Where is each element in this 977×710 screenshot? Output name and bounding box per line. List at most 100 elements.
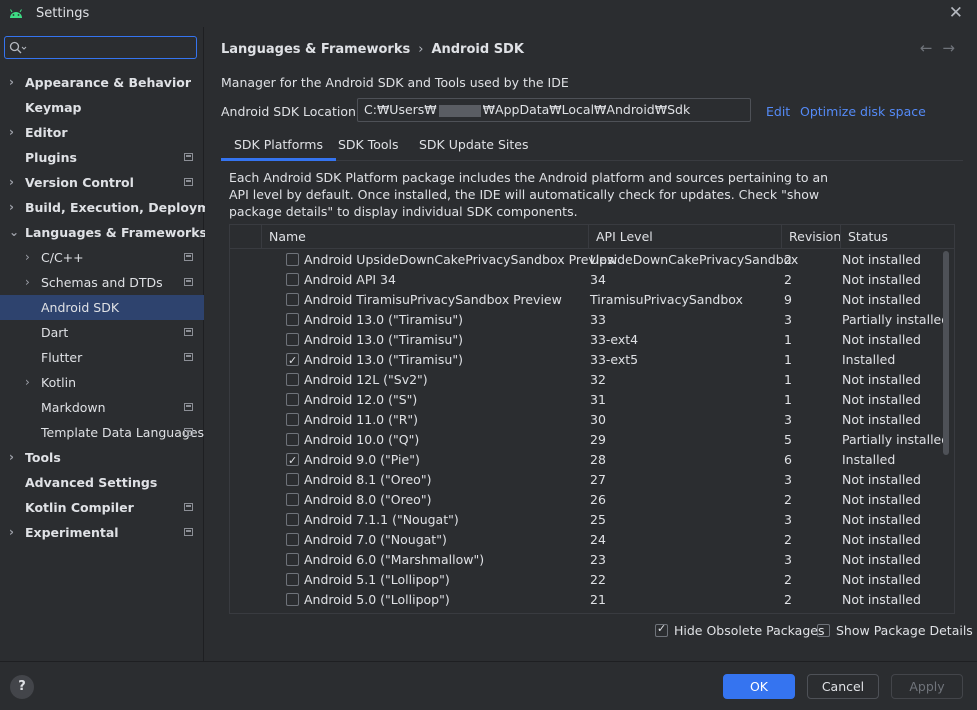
package-checkbox[interactable] (286, 473, 299, 486)
sidebar-item[interactable]: › Appearance & Behavior (0, 70, 204, 95)
package-checkbox[interactable] (286, 351, 299, 371)
chevron-right-icon[interactable]: › (9, 70, 14, 95)
edit-link[interactable]: Edit (766, 104, 790, 119)
sidebar-item[interactable]: › Tools (0, 445, 204, 470)
breadcrumb-parent[interactable]: Languages & Frameworks (221, 42, 410, 57)
cell-revision: 3 (784, 552, 792, 567)
package-checkbox[interactable] (286, 451, 299, 471)
chevron-right-icon[interactable]: › (25, 370, 30, 395)
hide-obsolete-option[interactable]: Hide Obsolete Packages (655, 622, 824, 638)
package-checkbox[interactable] (286, 393, 299, 406)
table-row[interactable]: Android 11.0 ("R") 30 3 Not installed (230, 410, 942, 430)
chevron-right-icon[interactable]: › (9, 520, 14, 545)
chevron-down-icon[interactable]: ⌄ (9, 220, 19, 245)
package-checkbox[interactable] (286, 273, 299, 286)
cell-revision: 2 (784, 592, 792, 607)
column-revision[interactable]: Revision (781, 225, 841, 249)
hide-obsolete-checkbox[interactable] (655, 622, 668, 637)
table-row[interactable]: Android UpsideDownCakePrivacySandbox Pre… (230, 250, 942, 270)
sidebar-item[interactable]: Advanced Settings (0, 470, 204, 495)
table-row[interactable]: Android API 34 34 2 Not installed (230, 270, 942, 290)
show-details-option[interactable]: Show Package Details (817, 623, 973, 638)
package-checkbox[interactable] (286, 413, 299, 426)
table-row[interactable]: Android 7.0 ("Nougat") 24 2 Not installed (230, 530, 942, 550)
chevron-right-icon[interactable]: › (25, 245, 30, 270)
content-panel: Languages & Frameworks › Android SDK ←→ Ma… (205, 27, 977, 661)
sidebar-item[interactable]: Plugins (0, 145, 204, 170)
table-row[interactable]: Android 8.1 ("Oreo") 27 3 Not installed (230, 470, 942, 490)
package-checkbox[interactable] (286, 533, 299, 546)
column-api-level[interactable]: API Level (588, 225, 781, 249)
tab-sdk-platforms[interactable]: SDK Platforms (221, 131, 336, 161)
table-row[interactable]: Android 6.0 ("Marshmallow") 23 3 Not instal… (230, 550, 942, 570)
apply-button[interactable]: Apply (891, 674, 963, 699)
sidebar-item[interactable]: › Kotlin (0, 370, 204, 395)
sidebar-item-label: Schemas and DTDs (41, 275, 163, 290)
forward-arrow-icon[interactable]: → (942, 39, 965, 57)
ok-button[interactable]: OK (723, 674, 795, 699)
package-checkbox[interactable] (286, 293, 299, 306)
table-row[interactable]: Android 9.0 ("Pie") 28 6 Installed (230, 450, 942, 471)
chevron-right-icon[interactable]: › (9, 195, 14, 220)
sidebar-item[interactable]: ⌄ Languages & Frameworks (0, 220, 207, 245)
table-row[interactable]: Android 5.0 ("Lollipop") 21 2 Not installed (230, 590, 942, 610)
sidebar-item[interactable]: › Build, Execution, Deployment (0, 195, 233, 220)
chevron-right-icon[interactable]: › (9, 170, 14, 195)
sidebar-item[interactable]: › Version Control (0, 170, 204, 195)
chevron-right-icon[interactable]: › (9, 445, 14, 470)
package-checkbox[interactable] (286, 593, 299, 606)
sidebar-item[interactable]: Keymap (0, 95, 204, 120)
package-checkbox[interactable] (286, 333, 299, 346)
package-checkbox[interactable] (286, 513, 299, 526)
package-checkbox[interactable] (286, 573, 299, 586)
help-button[interactable]: ? (10, 675, 34, 699)
table-row[interactable]: Android TiramisuPrivacySandbox Preview Ti… (230, 290, 942, 310)
package-checkbox[interactable] (286, 553, 299, 566)
sdk-location-field[interactable]: C:₩Users₩ ₩AppData₩Local₩Android₩Sdk (357, 98, 751, 122)
package-checkbox[interactable] (286, 493, 299, 506)
table-row[interactable]: Android 13.0 ("Tiramisu") 33-ext4 1 Not ins… (230, 330, 942, 350)
column-status[interactable]: Status (840, 225, 954, 249)
back-arrow-icon[interactable]: ← (920, 39, 943, 57)
table-row[interactable]: Android 7.1.1 ("Nougat") 25 3 Not installed (230, 510, 942, 530)
search-input[interactable] (4, 36, 197, 59)
cancel-button[interactable]: Cancel (807, 674, 879, 699)
sidebar-item[interactable]: Template Data Languages (0, 420, 204, 445)
breadcrumb-separator: › (418, 42, 424, 57)
sidebar-item-label: Experimental (25, 525, 119, 540)
sidebar-item[interactable]: Dart (0, 320, 204, 345)
sidebar-item[interactable]: Kotlin Compiler (0, 495, 204, 520)
table-row[interactable]: Android 13.0 ("Tiramisu") 33 3 Partially in… (230, 310, 949, 330)
chevron-right-icon[interactable]: › (25, 270, 30, 295)
column-name[interactable]: Name (261, 225, 588, 249)
table-row[interactable]: Android 8.0 ("Oreo") 26 2 Not installed (230, 490, 942, 510)
optimize-disk-space-link[interactable]: Optimize disk space (800, 104, 926, 119)
sidebar-item[interactable]: Android SDK (0, 295, 204, 320)
show-package-details-checkbox[interactable] (817, 624, 830, 637)
package-checkbox[interactable] (286, 313, 299, 326)
table-header: Name API Level Revision Status (230, 225, 954, 249)
sidebar-item[interactable]: › C/C++ (0, 245, 204, 270)
sidebar-item[interactable]: › Editor (0, 120, 204, 145)
close-icon[interactable]: ✕ (949, 3, 963, 23)
sidebar-item[interactable]: Markdown (0, 395, 204, 420)
table-row[interactable]: Android 13.0 ("Tiramisu") 33-ext5 1 Install… (230, 350, 942, 371)
package-checkbox[interactable] (286, 253, 299, 266)
project-level-icon (184, 528, 193, 536)
sidebar-item[interactable]: › Schemas and DTDs (0, 270, 204, 295)
cell-revision: 1 (784, 392, 792, 407)
tab-sdk-tools[interactable]: SDK Tools (325, 131, 412, 161)
package-checkbox[interactable] (286, 373, 299, 386)
table-row[interactable]: Android 10.0 ("Q") 29 5 Partially installed (230, 430, 949, 450)
table-row[interactable]: Android 12L ("Sv2") 32 1 Not installed (230, 370, 942, 390)
table-row[interactable]: Android 5.1 ("Lollipop") 22 2 Not installed (230, 570, 942, 590)
table-row[interactable]: Android 12.0 ("S") 31 1 Not installed (230, 390, 942, 410)
sidebar-item[interactable]: Flutter (0, 345, 204, 370)
sidebar-item[interactable]: › Experimental (0, 520, 204, 545)
table-scrollbar[interactable] (943, 251, 949, 455)
chevron-right-icon[interactable]: › (9, 120, 14, 145)
sidebar-item-label: Flutter (41, 350, 83, 365)
cell-name: Android 13.0 ("Tiramisu") (304, 352, 463, 367)
package-checkbox[interactable] (286, 433, 299, 446)
tab-sdk-update-sites[interactable]: SDK Update Sites (406, 131, 542, 161)
